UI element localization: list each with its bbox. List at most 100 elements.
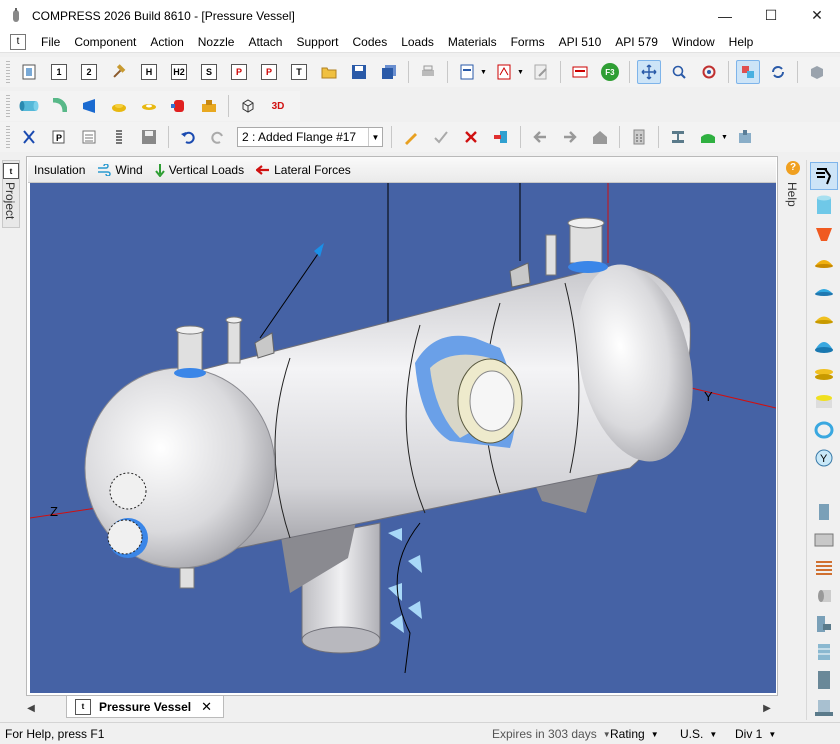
save-all-button[interactable] xyxy=(377,60,401,84)
toolbar-grip[interactable] xyxy=(6,95,10,117)
palette-y-button[interactable]: Y xyxy=(810,444,838,472)
saddle-dropdown-icon[interactable]: ▼ xyxy=(721,134,728,141)
add-flange-button[interactable] xyxy=(137,94,161,118)
close-window-button[interactable]: ✕ xyxy=(794,0,840,31)
palette-tray-button[interactable] xyxy=(810,638,838,666)
report-dropdown-icon[interactable]: ▼ xyxy=(480,69,487,76)
palette-flat-head-button[interactable] xyxy=(810,360,838,388)
menu-materials[interactable]: Materials xyxy=(441,31,504,53)
menu-component[interactable]: Component xyxy=(67,31,143,53)
chevron-down-icon[interactable]: ▼ xyxy=(651,730,659,739)
palette-head-blue-button[interactable] xyxy=(810,276,838,304)
3d-viewport[interactable]: Z Y xyxy=(30,183,776,693)
sheet-p2-button[interactable]: P xyxy=(257,60,281,84)
3d-view-button[interactable]: 3D xyxy=(266,94,290,118)
f3-button[interactable]: F3 xyxy=(598,60,622,84)
back-button[interactable] xyxy=(528,125,552,149)
list-button[interactable] xyxy=(77,125,101,149)
menu-loads[interactable]: Loads xyxy=(394,31,441,53)
lateral-forces-toggle[interactable]: Lateral Forces xyxy=(256,163,351,177)
menu-codes[interactable]: Codes xyxy=(346,31,395,53)
spring-button[interactable] xyxy=(107,125,131,149)
close-tab-icon[interactable]: ✕ xyxy=(201,699,212,715)
menu-nozzle[interactable]: Nozzle xyxy=(191,31,242,53)
calculator-button[interactable] xyxy=(627,125,651,149)
palette-cylinder-button[interactable] xyxy=(810,192,838,220)
add-shell-button[interactable] xyxy=(17,94,41,118)
hammer-button[interactable] xyxy=(107,60,131,84)
palette-pipe-button[interactable] xyxy=(810,498,838,526)
chevron-down-icon[interactable]: ▼ xyxy=(709,730,717,739)
wind-toggle[interactable]: Wind xyxy=(97,163,143,177)
undo-button[interactable] xyxy=(176,125,200,149)
add-elbow-button[interactable] xyxy=(47,94,71,118)
rotate-button[interactable] xyxy=(697,60,721,84)
report-button[interactable] xyxy=(455,60,479,84)
palette-torispherical-button[interactable] xyxy=(810,304,838,332)
division-selector[interactable]: Div 1 ▼ xyxy=(735,725,776,743)
menu-api-510[interactable]: API 510 xyxy=(552,31,609,53)
open-button[interactable] xyxy=(317,60,341,84)
sheet-2-button[interactable]: 2 xyxy=(77,60,101,84)
menu-file[interactable]: File xyxy=(34,31,67,53)
save-button[interactable] xyxy=(347,60,371,84)
insert-button[interactable] xyxy=(489,125,513,149)
pan-button[interactable] xyxy=(636,60,661,84)
edit-pencil-button[interactable] xyxy=(399,125,423,149)
minimize-button[interactable]: — xyxy=(702,0,748,31)
redo-button[interactable] xyxy=(206,125,230,149)
vessel-sheet-button[interactable] xyxy=(17,60,41,84)
print-button[interactable] xyxy=(416,60,440,84)
palette-cover-button[interactable] xyxy=(810,388,838,416)
toolbar-grip[interactable] xyxy=(6,61,10,83)
menu-support[interactable]: Support xyxy=(289,31,345,53)
vertical-loads-toggle[interactable]: Vertical Loads xyxy=(154,163,244,177)
calculator-sheet-button[interactable] xyxy=(568,60,592,84)
i-beam-button[interactable] xyxy=(666,125,690,149)
lug-button[interactable] xyxy=(733,125,757,149)
menu-action[interactable]: Action xyxy=(143,31,190,53)
toolbar-grip[interactable] xyxy=(6,126,10,148)
tab-scroll-left-icon[interactable]: ◀ xyxy=(24,703,38,714)
palette-head-button[interactable] xyxy=(810,248,838,276)
rating-selector[interactable]: Rating ▼ xyxy=(610,725,659,743)
menu-window[interactable]: Window xyxy=(665,31,722,53)
palette-base-button[interactable] xyxy=(810,694,838,722)
units-selector[interactable]: U.S. ▼ xyxy=(680,725,717,743)
chevron-down-icon[interactable]: ▼ xyxy=(368,128,382,146)
sheet-h2-button[interactable]: H2 xyxy=(167,60,191,84)
sheet-s-button[interactable]: S xyxy=(197,60,221,84)
menu-help[interactable]: Help xyxy=(722,31,761,53)
pdf-button[interactable] xyxy=(492,60,516,84)
chevron-down-icon[interactable]: ▼ xyxy=(768,730,776,739)
sheet-t-button[interactable]: T xyxy=(287,60,311,84)
remove-button[interactable] xyxy=(17,125,41,149)
forward-button[interactable] xyxy=(558,125,582,149)
menu-forms[interactable]: Forms xyxy=(504,31,552,53)
add-head-button[interactable] xyxy=(107,94,131,118)
properties-button[interactable]: P xyxy=(47,125,71,149)
add-cone-button[interactable] xyxy=(77,94,101,118)
palette-nozzle-button[interactable] xyxy=(810,582,838,610)
tab-scroll-right-icon[interactable]: ▶ xyxy=(760,703,774,714)
sheet-p-button[interactable]: P xyxy=(227,60,251,84)
delete-button[interactable] xyxy=(459,125,483,149)
check-button[interactable] xyxy=(429,125,453,149)
refresh-button[interactable] xyxy=(766,60,790,84)
add-base-button[interactable] xyxy=(197,94,221,118)
axis-view-button[interactable] xyxy=(236,94,260,118)
maximize-button[interactable]: ☐ xyxy=(748,0,794,31)
help-panel-tab[interactable]: ? Help xyxy=(781,160,803,240)
sheet-1-button[interactable]: 1 xyxy=(47,60,71,84)
saddle-button[interactable] xyxy=(696,125,720,149)
palette-support-button[interactable] xyxy=(810,610,838,638)
color-mode-button[interactable] xyxy=(735,60,760,84)
zoom-button[interactable] xyxy=(667,60,691,84)
menu-api-579[interactable]: API 579 xyxy=(608,31,665,53)
pdf-dropdown-icon[interactable]: ▼ xyxy=(517,69,524,76)
edit-report-button[interactable] xyxy=(529,60,553,84)
menu-attach[interactable]: Attach xyxy=(241,31,289,53)
cube-view-button[interactable] xyxy=(805,60,829,84)
palette-pointer-button[interactable] xyxy=(810,162,838,190)
component-select[interactable]: 2 : Added Flange #17 ▼ xyxy=(237,127,383,147)
